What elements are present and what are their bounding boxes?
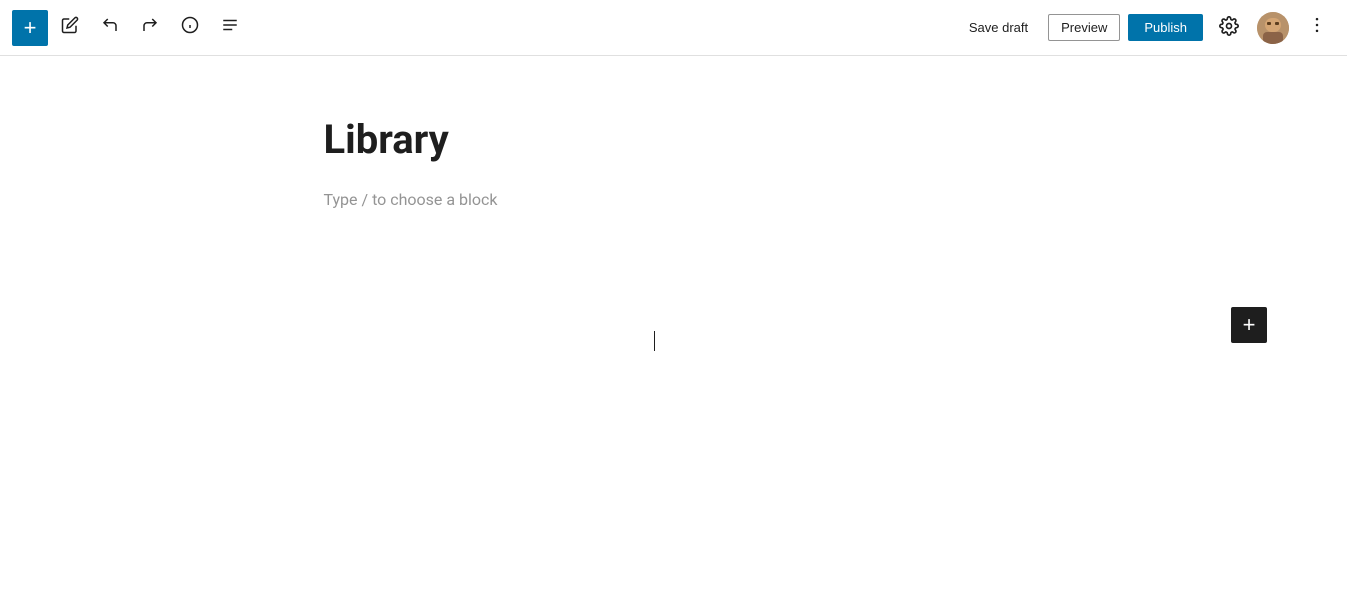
more-options-button[interactable] (1299, 10, 1335, 46)
preview-button[interactable]: Preview (1048, 14, 1120, 41)
edit-icon (61, 16, 79, 39)
settings-button[interactable] (1211, 10, 1247, 46)
text-cursor (654, 331, 655, 351)
plus-icon-floating: + (1243, 312, 1256, 338)
list-icon (221, 16, 239, 39)
publish-button[interactable]: Publish (1128, 14, 1203, 41)
add-block-floating-button[interactable]: + (1231, 307, 1267, 343)
undo-icon (101, 16, 119, 39)
add-block-button[interactable]: + (12, 10, 48, 46)
gear-icon (1219, 16, 1239, 39)
toolbar: + (0, 0, 1347, 56)
toolbar-right: Save draft Preview Publish (957, 10, 1335, 46)
more-vertical-icon (1307, 15, 1327, 41)
info-button[interactable] (172, 10, 208, 46)
post-title[interactable]: Library (324, 116, 1024, 164)
block-placeholder[interactable]: Type / to choose a block (324, 188, 1024, 211)
avatar (1257, 12, 1289, 44)
editor-content: Library Type / to choose a block (324, 116, 1024, 583)
save-draft-button[interactable]: Save draft (957, 14, 1040, 41)
toolbar-left: + (12, 10, 957, 46)
edit-mode-button[interactable] (52, 10, 88, 46)
list-view-button[interactable] (212, 10, 248, 46)
info-icon (181, 16, 199, 39)
avatar-image (1257, 12, 1289, 44)
redo-icon (141, 16, 159, 39)
editor-area: Library Type / to choose a block + (0, 56, 1347, 603)
redo-button[interactable] (132, 10, 168, 46)
user-avatar-button[interactable] (1255, 10, 1291, 46)
undo-button[interactable] (92, 10, 128, 46)
plus-icon: + (24, 17, 37, 39)
